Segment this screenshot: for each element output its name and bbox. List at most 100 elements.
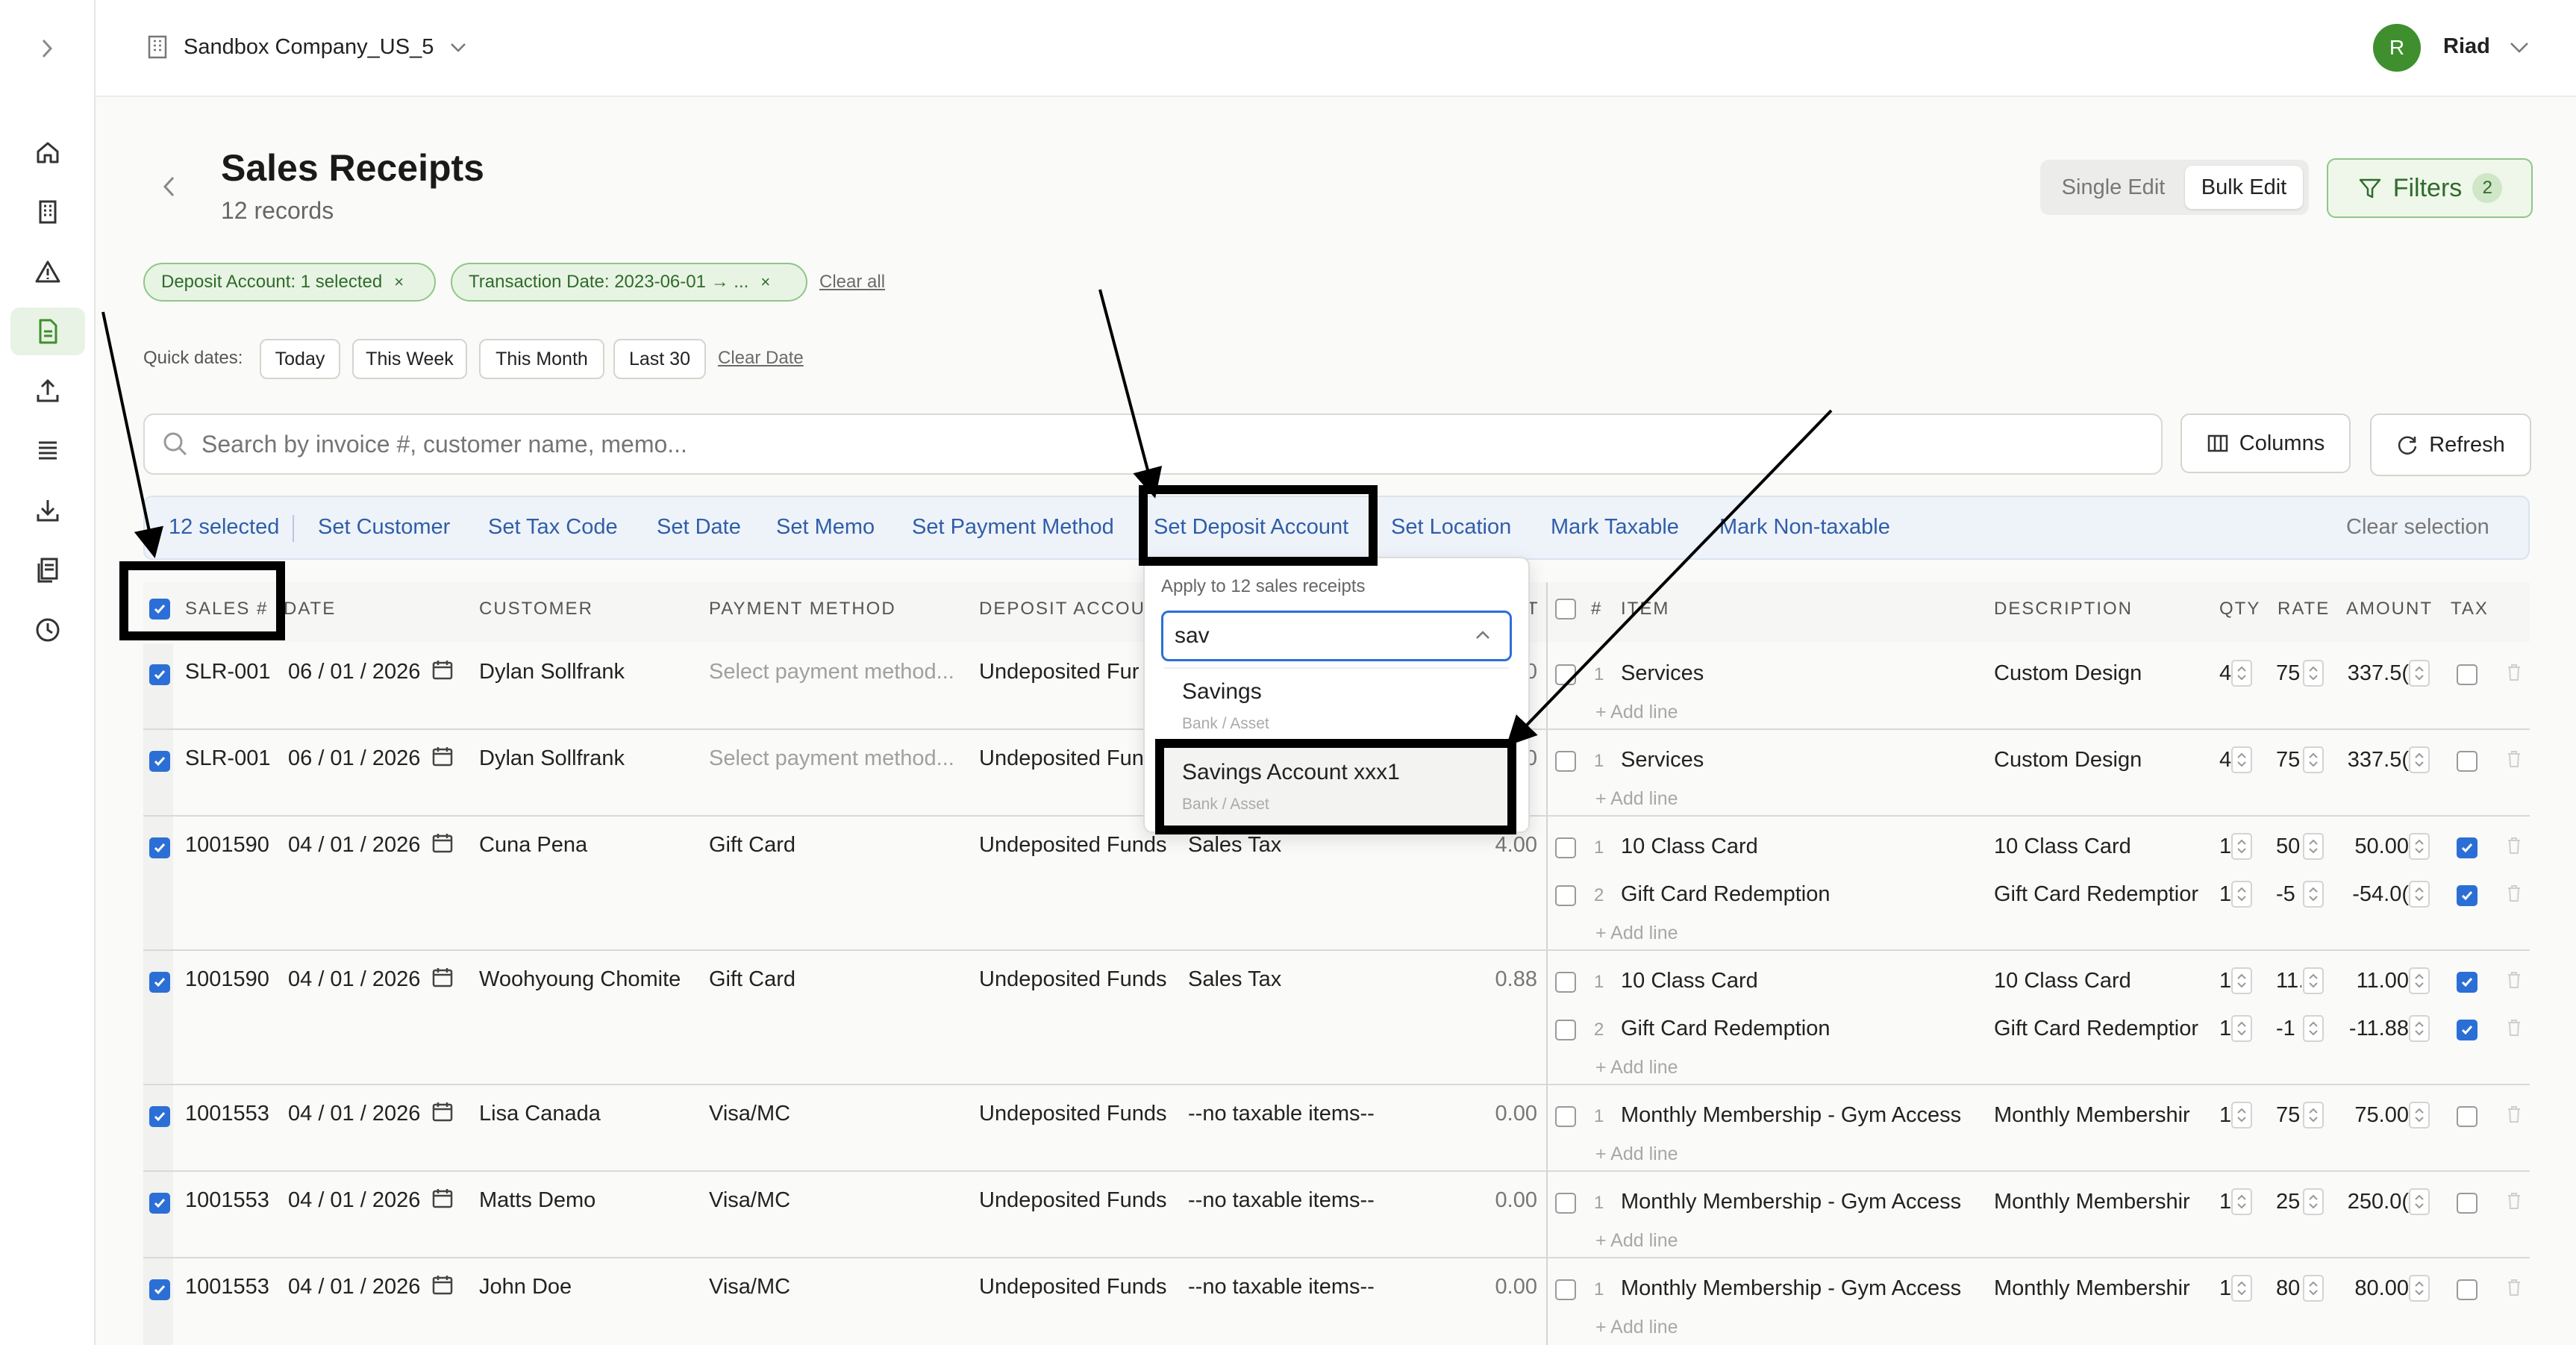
line-tax-checkbox[interactable] bbox=[2457, 972, 2477, 993]
amount-stepper[interactable] bbox=[2409, 1188, 2430, 1215]
delete-line-trash-icon[interactable] bbox=[2506, 749, 2522, 769]
set-location-action[interactable]: Set Location bbox=[1391, 515, 1511, 540]
line-checkbox[interactable] bbox=[1555, 1193, 1576, 1214]
col-rate[interactable]: RATE bbox=[2278, 599, 2330, 620]
quick-date-this-week[interactable]: This Week bbox=[352, 339, 467, 379]
line-checkbox[interactable] bbox=[1555, 837, 1576, 858]
date-cell[interactable]: 04 / 01 / 2026 bbox=[288, 1188, 420, 1213]
add-line-button[interactable]: + Add line bbox=[1595, 1143, 1678, 1165]
quick-date-last-30[interactable]: Last 30 bbox=[613, 339, 706, 379]
company-switcher[interactable]: Sandbox Company_US_5 bbox=[146, 34, 468, 60]
line-tax-checkbox[interactable] bbox=[2457, 885, 2477, 906]
sales-no-cell[interactable]: 1001590 bbox=[185, 967, 269, 992]
line-tax-checkbox[interactable] bbox=[2457, 837, 2477, 858]
customer-cell[interactable]: Dylan Sollfrank bbox=[479, 660, 625, 684]
filters-button[interactable]: Filters 2 bbox=[2327, 158, 2533, 218]
nav-alerts-icon[interactable] bbox=[10, 248, 85, 296]
deposit-account-cell[interactable]: Undeposited Funds bbox=[979, 1102, 1167, 1126]
sales-no-cell[interactable]: 1001590 bbox=[185, 833, 269, 858]
delete-line-trash-icon[interactable] bbox=[2506, 663, 2522, 682]
chevron-up-icon[interactable] bbox=[1473, 625, 1492, 645]
nav-download-icon[interactable] bbox=[10, 487, 85, 534]
calendar-icon[interactable] bbox=[431, 831, 454, 854]
tax-code-cell[interactable]: --no taxable items-- bbox=[1188, 1275, 1375, 1299]
add-line-button[interactable]: + Add line bbox=[1595, 1317, 1678, 1338]
description-cell[interactable]: Monthly Membershir bbox=[1994, 1276, 2204, 1301]
rate-cell[interactable]: 25 bbox=[2276, 1190, 2301, 1214]
customer-cell[interactable]: Lisa Canada bbox=[479, 1102, 601, 1126]
set-tax-code-action[interactable]: Set Tax Code bbox=[488, 515, 618, 540]
col-item[interactable]: ITEM bbox=[1621, 599, 1669, 620]
nav-home-icon[interactable] bbox=[10, 128, 85, 176]
qty-cell[interactable]: 1 bbox=[2219, 1017, 2231, 1041]
delete-line-trash-icon[interactable] bbox=[2506, 1191, 2522, 1211]
description-cell[interactable]: Custom Design bbox=[1994, 748, 2204, 773]
rate-stepper[interactable] bbox=[2303, 746, 2324, 773]
row-checkbox[interactable] bbox=[149, 1106, 170, 1127]
line-checkbox[interactable] bbox=[1555, 1020, 1576, 1040]
amount-cell[interactable]: 11.00 bbox=[2336, 969, 2409, 993]
rate-cell[interactable]: 75 bbox=[2276, 1103, 2301, 1128]
date-cell[interactable]: 04 / 01 / 2026 bbox=[288, 1102, 420, 1126]
amount-cell[interactable]: -11.88 bbox=[2336, 1017, 2409, 1041]
qty-cell[interactable]: 4 bbox=[2219, 661, 2231, 686]
rate-cell[interactable]: -5 bbox=[2276, 882, 2301, 907]
nav-database-icon[interactable] bbox=[10, 427, 85, 475]
item-cell[interactable]: Services bbox=[1621, 748, 1704, 773]
rate-cell[interactable]: -1 bbox=[2276, 1017, 2301, 1041]
customer-cell[interactable]: Woohyoung Chomite bbox=[479, 967, 681, 992]
amount-cell[interactable]: 75.00 bbox=[2336, 1103, 2409, 1128]
date-cell[interactable]: 06 / 01 / 2026 bbox=[288, 746, 420, 771]
item-cell[interactable]: Services bbox=[1621, 661, 1704, 686]
description-cell[interactable]: 10 Class Card bbox=[1994, 969, 2204, 993]
sales-no-cell[interactable]: 1001553 bbox=[185, 1102, 269, 1126]
sales-no-cell[interactable]: 1001553 bbox=[185, 1188, 269, 1213]
refresh-button[interactable]: Refresh bbox=[2370, 414, 2531, 476]
rate-stepper[interactable] bbox=[2303, 1275, 2324, 1302]
delete-line-trash-icon[interactable] bbox=[2506, 1105, 2522, 1124]
qty-cell[interactable]: 1 bbox=[2219, 1190, 2231, 1214]
item-cell[interactable]: Monthly Membership - Gym Access bbox=[1621, 1103, 1961, 1128]
item-cell[interactable]: 10 Class Card bbox=[1621, 969, 1758, 993]
item-cell[interactable]: Monthly Membership - Gym Access bbox=[1621, 1276, 1961, 1301]
amount-stepper[interactable] bbox=[2409, 967, 2430, 994]
nav-history-icon[interactable] bbox=[10, 606, 85, 654]
tax-code-cell[interactable]: Sales Tax bbox=[1188, 967, 1281, 992]
row-checkbox[interactable] bbox=[149, 837, 170, 858]
amount-cell[interactable]: 337.5( bbox=[2336, 748, 2409, 773]
expand-sidebar-icon[interactable] bbox=[37, 36, 57, 61]
line-checkbox[interactable] bbox=[1555, 1106, 1576, 1127]
customer-cell[interactable]: Dylan Sollfrank bbox=[479, 746, 625, 771]
clear-date-link[interactable]: Clear Date bbox=[718, 348, 804, 369]
line-checkbox[interactable] bbox=[1555, 751, 1576, 772]
calendar-icon[interactable] bbox=[431, 658, 454, 681]
line-tax-checkbox[interactable] bbox=[2457, 664, 2477, 685]
amount-cell[interactable]: 50.00 bbox=[2336, 834, 2409, 859]
calendar-icon[interactable] bbox=[431, 1273, 454, 1296]
clear-selection-action[interactable]: Clear selection bbox=[2346, 515, 2489, 540]
tax-code-cell[interactable]: --no taxable items-- bbox=[1188, 1188, 1375, 1213]
deposit-account-search-input[interactable] bbox=[1175, 620, 1458, 652]
amount-stepper[interactable] bbox=[2409, 746, 2430, 773]
calendar-icon[interactable] bbox=[431, 1100, 454, 1123]
amount-cell[interactable]: 337.5( bbox=[2336, 661, 2409, 686]
description-cell[interactable]: Gift Card Redemptior bbox=[1994, 882, 2204, 907]
col-description[interactable]: DESCRIPTION bbox=[1994, 599, 2133, 620]
amount-cell[interactable]: -54.0( bbox=[2336, 882, 2409, 907]
sales-no-cell[interactable]: 1001553 bbox=[185, 1275, 269, 1299]
description-cell[interactable]: Custom Design bbox=[1994, 661, 2204, 686]
col-qty[interactable]: QTY bbox=[2219, 599, 2260, 620]
item-cell[interactable]: Gift Card Redemption bbox=[1621, 882, 1830, 907]
rate-stepper[interactable] bbox=[2303, 881, 2324, 908]
qty-stepper[interactable] bbox=[2231, 833, 2252, 860]
line-tax-checkbox[interactable] bbox=[2457, 751, 2477, 772]
deposit-account-cell[interactable]: Undeposited Funds bbox=[979, 1275, 1167, 1299]
clear-all-link[interactable]: Clear all bbox=[819, 272, 885, 293]
single-edit-button[interactable]: Single Edit bbox=[2048, 167, 2179, 207]
line-checkbox[interactable] bbox=[1555, 972, 1576, 993]
payment-method-cell[interactable]: Select payment method... bbox=[709, 660, 954, 684]
qty-cell[interactable]: 1 bbox=[2219, 834, 2231, 859]
quick-date-today[interactable]: Today bbox=[260, 339, 340, 379]
deposit-account-cell[interactable]: Undeposited Fur bbox=[979, 660, 1139, 684]
description-cell[interactable]: 10 Class Card bbox=[1994, 834, 2204, 859]
